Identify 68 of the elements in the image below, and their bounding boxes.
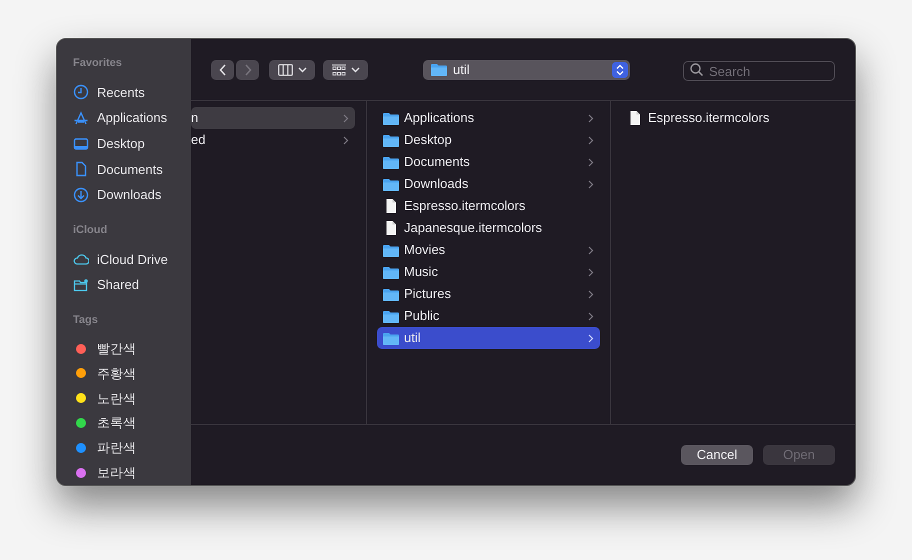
sidebar-item[interactable]: Applications [97, 108, 168, 128]
sidebar-item[interactable]: iCloud Drive [97, 250, 168, 270]
folder-icon [383, 112, 399, 124]
sidebar-item[interactable]: Downloads [97, 185, 162, 205]
chevron-down-icon [350, 66, 360, 72]
folder-icon [383, 266, 399, 278]
chevron-right-icon [343, 136, 349, 144]
folder-icon [383, 288, 399, 300]
chevron-right-icon [588, 158, 594, 166]
chevron-right-icon [343, 114, 349, 122]
folder-icon [383, 156, 399, 168]
file-row[interactable]: Documents [377, 151, 600, 173]
shared-folder-icon [73, 276, 89, 293]
group-button[interactable] [323, 60, 368, 80]
sidebar-item[interactable]: Desktop [97, 134, 145, 154]
file-row[interactable]: Espresso.itermcolors [621, 107, 845, 129]
sidebar-item[interactable]: Recents [97, 82, 145, 102]
sidebar-item[interactable]: 주황색 [97, 364, 136, 384]
file-row[interactable]: Desktop [377, 129, 600, 151]
sidebar-item[interactable]: 노란색 [97, 388, 136, 408]
chevron-right-icon [588, 136, 594, 144]
folder-icon [431, 63, 447, 76]
file-row[interactable]: Applications [377, 107, 600, 129]
location-popup[interactable]: util [423, 60, 630, 80]
view-mode-button[interactable] [269, 60, 315, 80]
up-down-arrows-icon [616, 64, 624, 76]
folder-icon [383, 134, 399, 146]
file-row[interactable]: n [191, 107, 355, 129]
file-row[interactable]: Pictures [377, 283, 600, 305]
columns-icon [278, 64, 292, 76]
sidebar-item[interactable]: 빨간색 [97, 338, 136, 358]
file-row[interactable]: Japanesque.itermcolors [377, 217, 600, 239]
folder-icon [383, 244, 399, 256]
chevron-right-icon [588, 180, 594, 188]
sidebar-item[interactable]: Shared [97, 275, 139, 295]
grid-icon [332, 64, 346, 76]
dialog-button[interactable]: Cancel [681, 445, 753, 465]
file-row[interactable]: Movies [377, 239, 600, 261]
chevron-right-icon [588, 246, 594, 254]
folder-icon [383, 332, 399, 344]
file-row[interactable]: Public [377, 305, 600, 327]
folder-icon [383, 178, 399, 190]
chevron-down-icon [298, 66, 306, 72]
chevron-right-icon [588, 334, 594, 342]
chevron-right-icon [588, 268, 594, 276]
section-heading: Favorites [73, 56, 123, 71]
sidebar-item[interactable]: 파란색 [97, 438, 136, 458]
file-row[interactable]: util [377, 327, 600, 349]
back-button[interactable] [211, 60, 234, 80]
chevron-right-icon [588, 312, 594, 320]
file-row[interactable]: Downloads [377, 173, 600, 195]
chevron-right-icon [588, 114, 594, 122]
clock-icon [73, 84, 89, 100]
monitor-icon [73, 136, 89, 152]
sidebar-item[interactable]: 초록색 [97, 413, 136, 433]
download-icon [73, 187, 89, 204]
search-icon [690, 63, 703, 76]
file-row[interactable]: Espresso.itermcolors [377, 195, 600, 217]
file-row[interactable]: Music [377, 261, 600, 283]
sidebar-item[interactable]: 보라색 [97, 462, 136, 482]
sidebar-item[interactable]: Documents [97, 160, 163, 180]
file-row[interactable]: ed [191, 129, 355, 151]
letter-a-icon [73, 110, 89, 126]
section-heading: Tags [73, 312, 99, 328]
folder-icon [383, 310, 399, 322]
search-field[interactable]: Search [683, 61, 835, 81]
chevron-right-icon [588, 290, 594, 298]
section-heading: iCloud [73, 222, 108, 238]
